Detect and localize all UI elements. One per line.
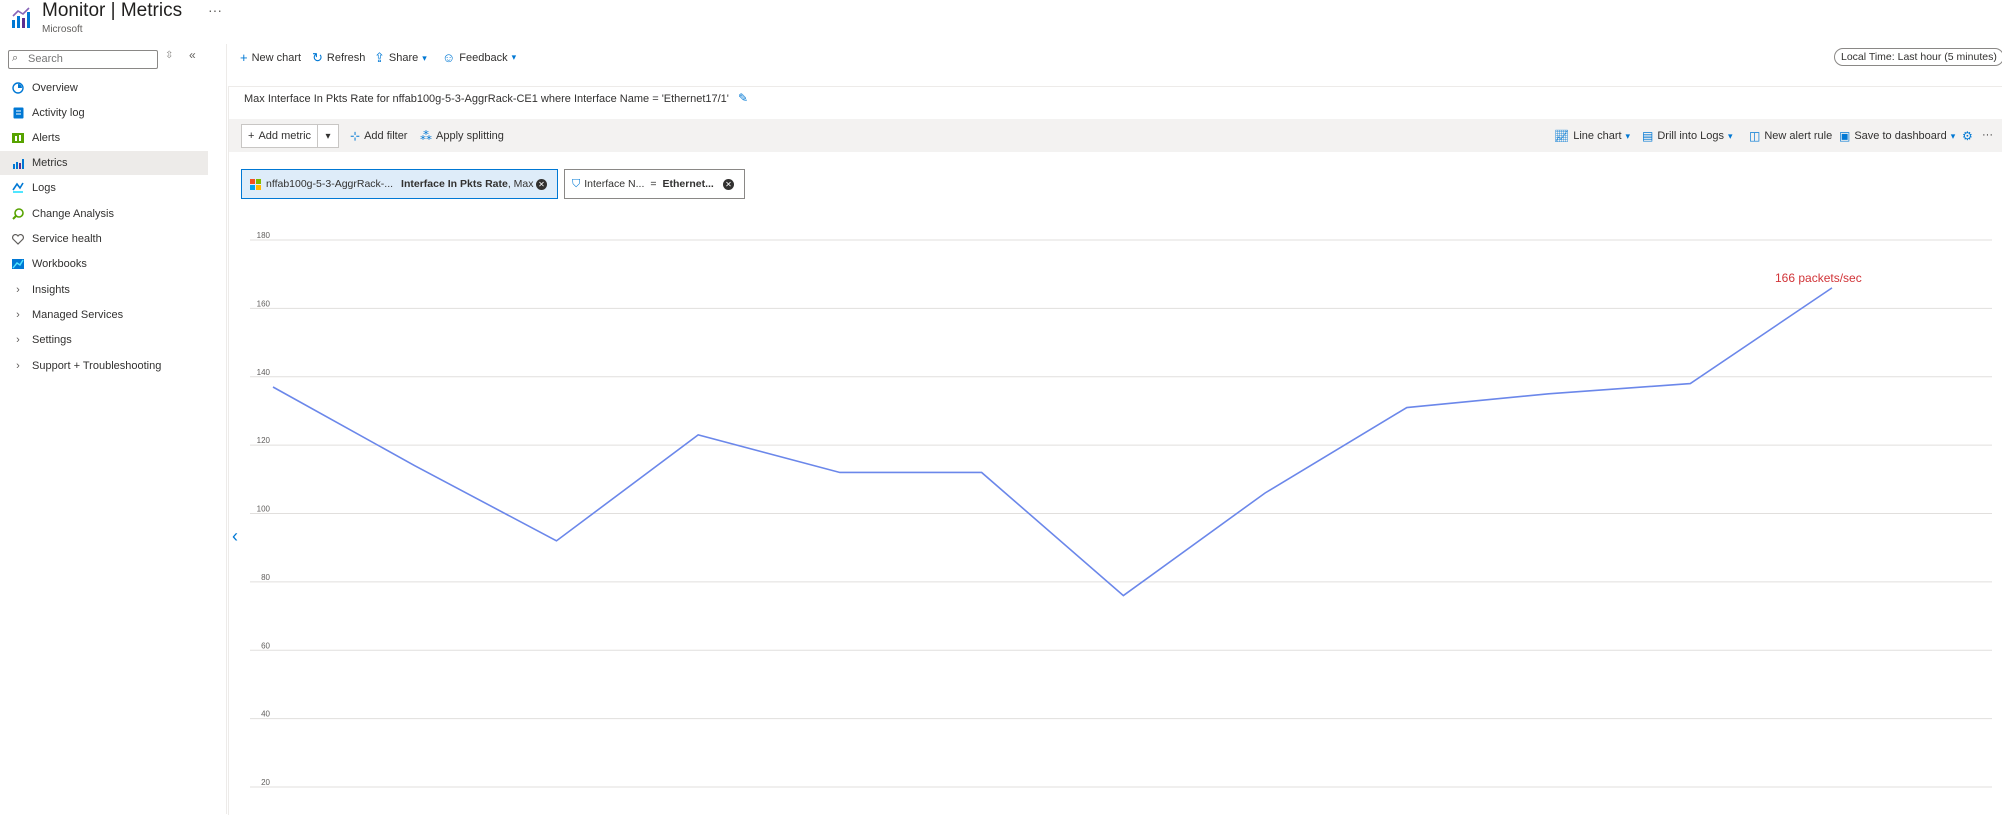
- metrics-line-chart: 20 40 60 80 100 120 140 160 180 166 packets/sec: [250, 231, 1992, 788]
- y-tick-label: 20: [261, 778, 270, 787]
- y-tick-label: 60: [261, 641, 270, 650]
- y-tick-label: 120: [257, 436, 271, 445]
- y-tick-label: 80: [261, 573, 270, 582]
- series-line[interactable]: [272, 287, 1833, 597]
- peak-annotation: 166 packets/sec: [1775, 271, 1862, 285]
- y-tick-label: 100: [257, 505, 271, 514]
- y-tick-label: 160: [257, 299, 271, 308]
- y-tick-label: 180: [257, 231, 271, 240]
- y-tick-label: 140: [257, 368, 271, 377]
- y-tick-label: 40: [261, 710, 270, 719]
